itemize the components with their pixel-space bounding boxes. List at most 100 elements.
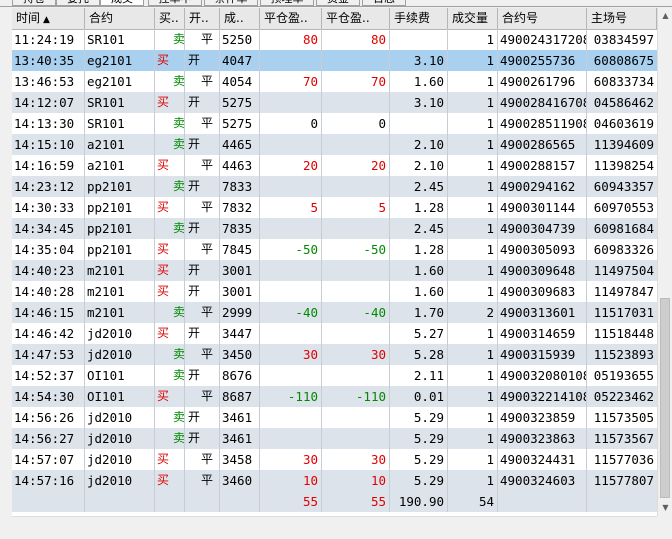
table-row[interactable]: 14:23:12 pp2101 卖开 7833 2.45 1 4900294162 60943… — [12, 176, 657, 197]
cell-close-pnl-2: 10 — [322, 470, 390, 491]
column-header-open-close[interactable]: 开.. — [185, 8, 220, 29]
tab-5[interactable]: 预埋单 — [260, 0, 314, 6]
table-row[interactable]: 14:46:15 m2101 卖平 2999 -40 -40 1.70 2 4900313601… — [12, 302, 657, 323]
cell-order-id: 4900309683 — [498, 281, 587, 302]
table-row[interactable]: 14:52:37 OI101 卖开 8676 2.11 1 490032080108 0519… — [12, 365, 657, 386]
tab-4[interactable]: 条件单 — [204, 0, 258, 6]
cell-time: 14:34:45 — [12, 218, 85, 239]
cell-price: 8676 — [220, 365, 260, 386]
cell-price: 3458 — [220, 449, 260, 470]
cell-time: 14:46:42 — [12, 323, 85, 344]
cell-time: 14:40:28 — [12, 281, 85, 302]
cell-close-pnl-2: 0 — [322, 113, 390, 134]
cell-contract: a2101 — [85, 155, 155, 176]
left-gutter — [0, 8, 12, 538]
column-header-quantity[interactable]: 成交量 — [448, 8, 498, 29]
tab-7[interactable]: 日志 — [362, 0, 406, 6]
table-row[interactable]: 14:57:07 jd2010 买平 3458 30 30 5.29 1 4900324431 1… — [12, 449, 657, 470]
column-header-fee[interactable]: 手续费 — [390, 8, 448, 29]
cell-close-pnl-1 — [260, 176, 322, 197]
cell-close-pnl-2: 20 — [322, 155, 390, 176]
total-quantity: 54 — [448, 491, 498, 512]
tab-6[interactable]: 资金 — [316, 0, 360, 6]
table-row[interactable]: 14:40:28 m2101 买开 3001 1.60 1 4900309683 114978… — [12, 281, 657, 302]
cell-close-pnl-1 — [260, 50, 322, 71]
tab-0[interactable]: 持仓 — [12, 0, 56, 6]
table-row[interactable]: 14:13:30 SR101 卖平 5275 0 0 1 490028511908 046036… — [12, 113, 657, 134]
cell-fee: 1.60 — [390, 71, 448, 92]
cell-fee: 0.01 — [390, 386, 448, 407]
table-row[interactable]: 14:57:16 jd2010 买平 3460 10 10 5.29 1 4900324603 1… — [12, 470, 657, 491]
cell-close-pnl-1: 10 — [260, 470, 322, 491]
cell-price: 8687 — [220, 386, 260, 407]
column-header-time[interactable]: 时间 ▲ — [12, 8, 85, 29]
table-row[interactable]: 14:56:26 jd2010 卖开 3461 5.29 1 4900323859 11573… — [12, 407, 657, 428]
cell-order-id: 4900304739 — [498, 218, 587, 239]
column-header-close-pnl-2[interactable]: 平仓盈.. — [322, 8, 390, 29]
cell-order-id: 4900294162 — [498, 176, 587, 197]
cell-close-pnl-1: -50 — [260, 239, 322, 260]
table-row[interactable]: 14:46:42 jd2010 买开 3447 5.27 1 4900314659 11518… — [12, 323, 657, 344]
table-row[interactable]: 14:47:53 jd2010 卖平 3450 30 30 5.28 1 4900315939 1… — [12, 344, 657, 365]
table-row[interactable]: 14:16:59 a2101 买平 4463 20 20 2.10 1 4900288157 11… — [12, 155, 657, 176]
cell-quantity: 1 — [448, 365, 498, 386]
tab-3[interactable]: 挂单中 — [148, 0, 202, 6]
table-row[interactable]: 13:46:53 eg2101 卖平 4054 70 70 1.60 1 4900261796 6… — [12, 71, 657, 92]
cell-contract: SR101 — [85, 113, 155, 134]
table-row[interactable]: 14:12:07 SR101 买开 5275 3.10 1 490028416708 0458… — [12, 92, 657, 113]
cell-contract: m2101 — [85, 260, 155, 281]
column-header-exchange-id[interactable]: 主场号 — [587, 8, 657, 29]
table-row[interactable]: 13:40:35 eg2101 买开 4047 3.10 1 4900255736 60808… — [12, 50, 657, 71]
column-header-contract[interactable]: 合约 — [85, 8, 155, 29]
cell-price: 7833 — [220, 176, 260, 197]
table-row[interactable]: 14:15:10 a2101 卖开 4465 2.10 1 4900286565 113946… — [12, 134, 657, 155]
column-header-price[interactable]: 成.. — [220, 8, 260, 29]
vertical-scrollbar[interactable]: ▲ ▼ — [657, 8, 672, 516]
column-header-buy-sell[interactable]: 买.. — [155, 8, 185, 29]
column-header-close-pnl-1[interactable]: 平仓盈.. — [260, 8, 322, 29]
cell-close-pnl-2: 30 — [322, 344, 390, 365]
tab-1[interactable]: 委托 — [56, 0, 100, 6]
cell-order-id: 490024317208 — [498, 29, 587, 50]
table-row[interactable]: 14:56:27 jd2010 卖开 3461 5.29 1 4900323863 11573… — [12, 428, 657, 449]
tab-2[interactable]: 成交 — [100, 0, 144, 6]
cell-quantity: 1 — [448, 239, 498, 260]
cell-total-empty-price — [220, 491, 260, 512]
scroll-up-icon[interactable]: ▲ — [658, 8, 672, 24]
table-row[interactable]: 14:35:04 pp2101 买平 7845 -50 -50 1.28 1 490030509… — [12, 239, 657, 260]
cell-quantity: 1 — [448, 386, 498, 407]
cell-open-close: 开 — [185, 134, 220, 155]
cell-quantity: 1 — [448, 323, 498, 344]
cell-price: 3461 — [220, 428, 260, 449]
cell-open-close: 平 — [185, 344, 220, 365]
cell-price: 4465 — [220, 134, 260, 155]
cell-exchange-id: 11497847 — [593, 284, 654, 299]
cell-contract: jd2010 — [85, 449, 155, 470]
cell-time: 14:12:07 — [12, 92, 85, 113]
column-header-order-id[interactable]: 合约号 — [498, 8, 587, 29]
cell-fee: 1.60 — [390, 260, 448, 281]
cell-order-id: 4900309648 — [498, 260, 587, 281]
cell-price: 5275 — [220, 113, 260, 134]
table-row[interactable]: 14:30:33 pp2101 买平 7832 5 5 1.28 1 4900301144 609… — [12, 197, 657, 218]
cell-close-pnl-1 — [260, 407, 322, 428]
cell-order-id: 4900323859 — [498, 407, 587, 428]
cell-time: 14:47:53 — [12, 344, 85, 365]
cell-fee — [390, 29, 448, 50]
table-row[interactable]: 14:40:23 m2101 买开 3001 1.60 1 4900309648 114975… — [12, 260, 657, 281]
scrollbar-thumb[interactable] — [660, 298, 670, 498]
cell-price: 4054 — [220, 71, 260, 92]
table-row[interactable]: 11:24:19 SR101 卖平 5250 80 80 1 490024317208 0383… — [12, 29, 657, 50]
cell-close-pnl-1: -110 — [260, 386, 322, 407]
cell-exchange-id: 60970553 — [593, 200, 654, 215]
cell-close-pnl-2: 80 — [322, 29, 390, 50]
cell-close-pnl-2: -40 — [322, 302, 390, 323]
cell-price: 7835 — [220, 218, 260, 239]
cell-order-id: 4900288157 — [498, 155, 587, 176]
table-row[interactable]: 14:54:30 OI101 买平 8687 -110 -110 0.01 1 49003221… — [12, 386, 657, 407]
cell-fee: 5.28 — [390, 344, 448, 365]
cell-close-pnl-2 — [322, 50, 390, 71]
scroll-down-icon[interactable]: ▼ — [658, 500, 672, 516]
table-row[interactable]: 14:34:45 pp2101 卖开 7835 2.45 1 4900304739 60981… — [12, 218, 657, 239]
cell-close-pnl-2 — [322, 407, 390, 428]
